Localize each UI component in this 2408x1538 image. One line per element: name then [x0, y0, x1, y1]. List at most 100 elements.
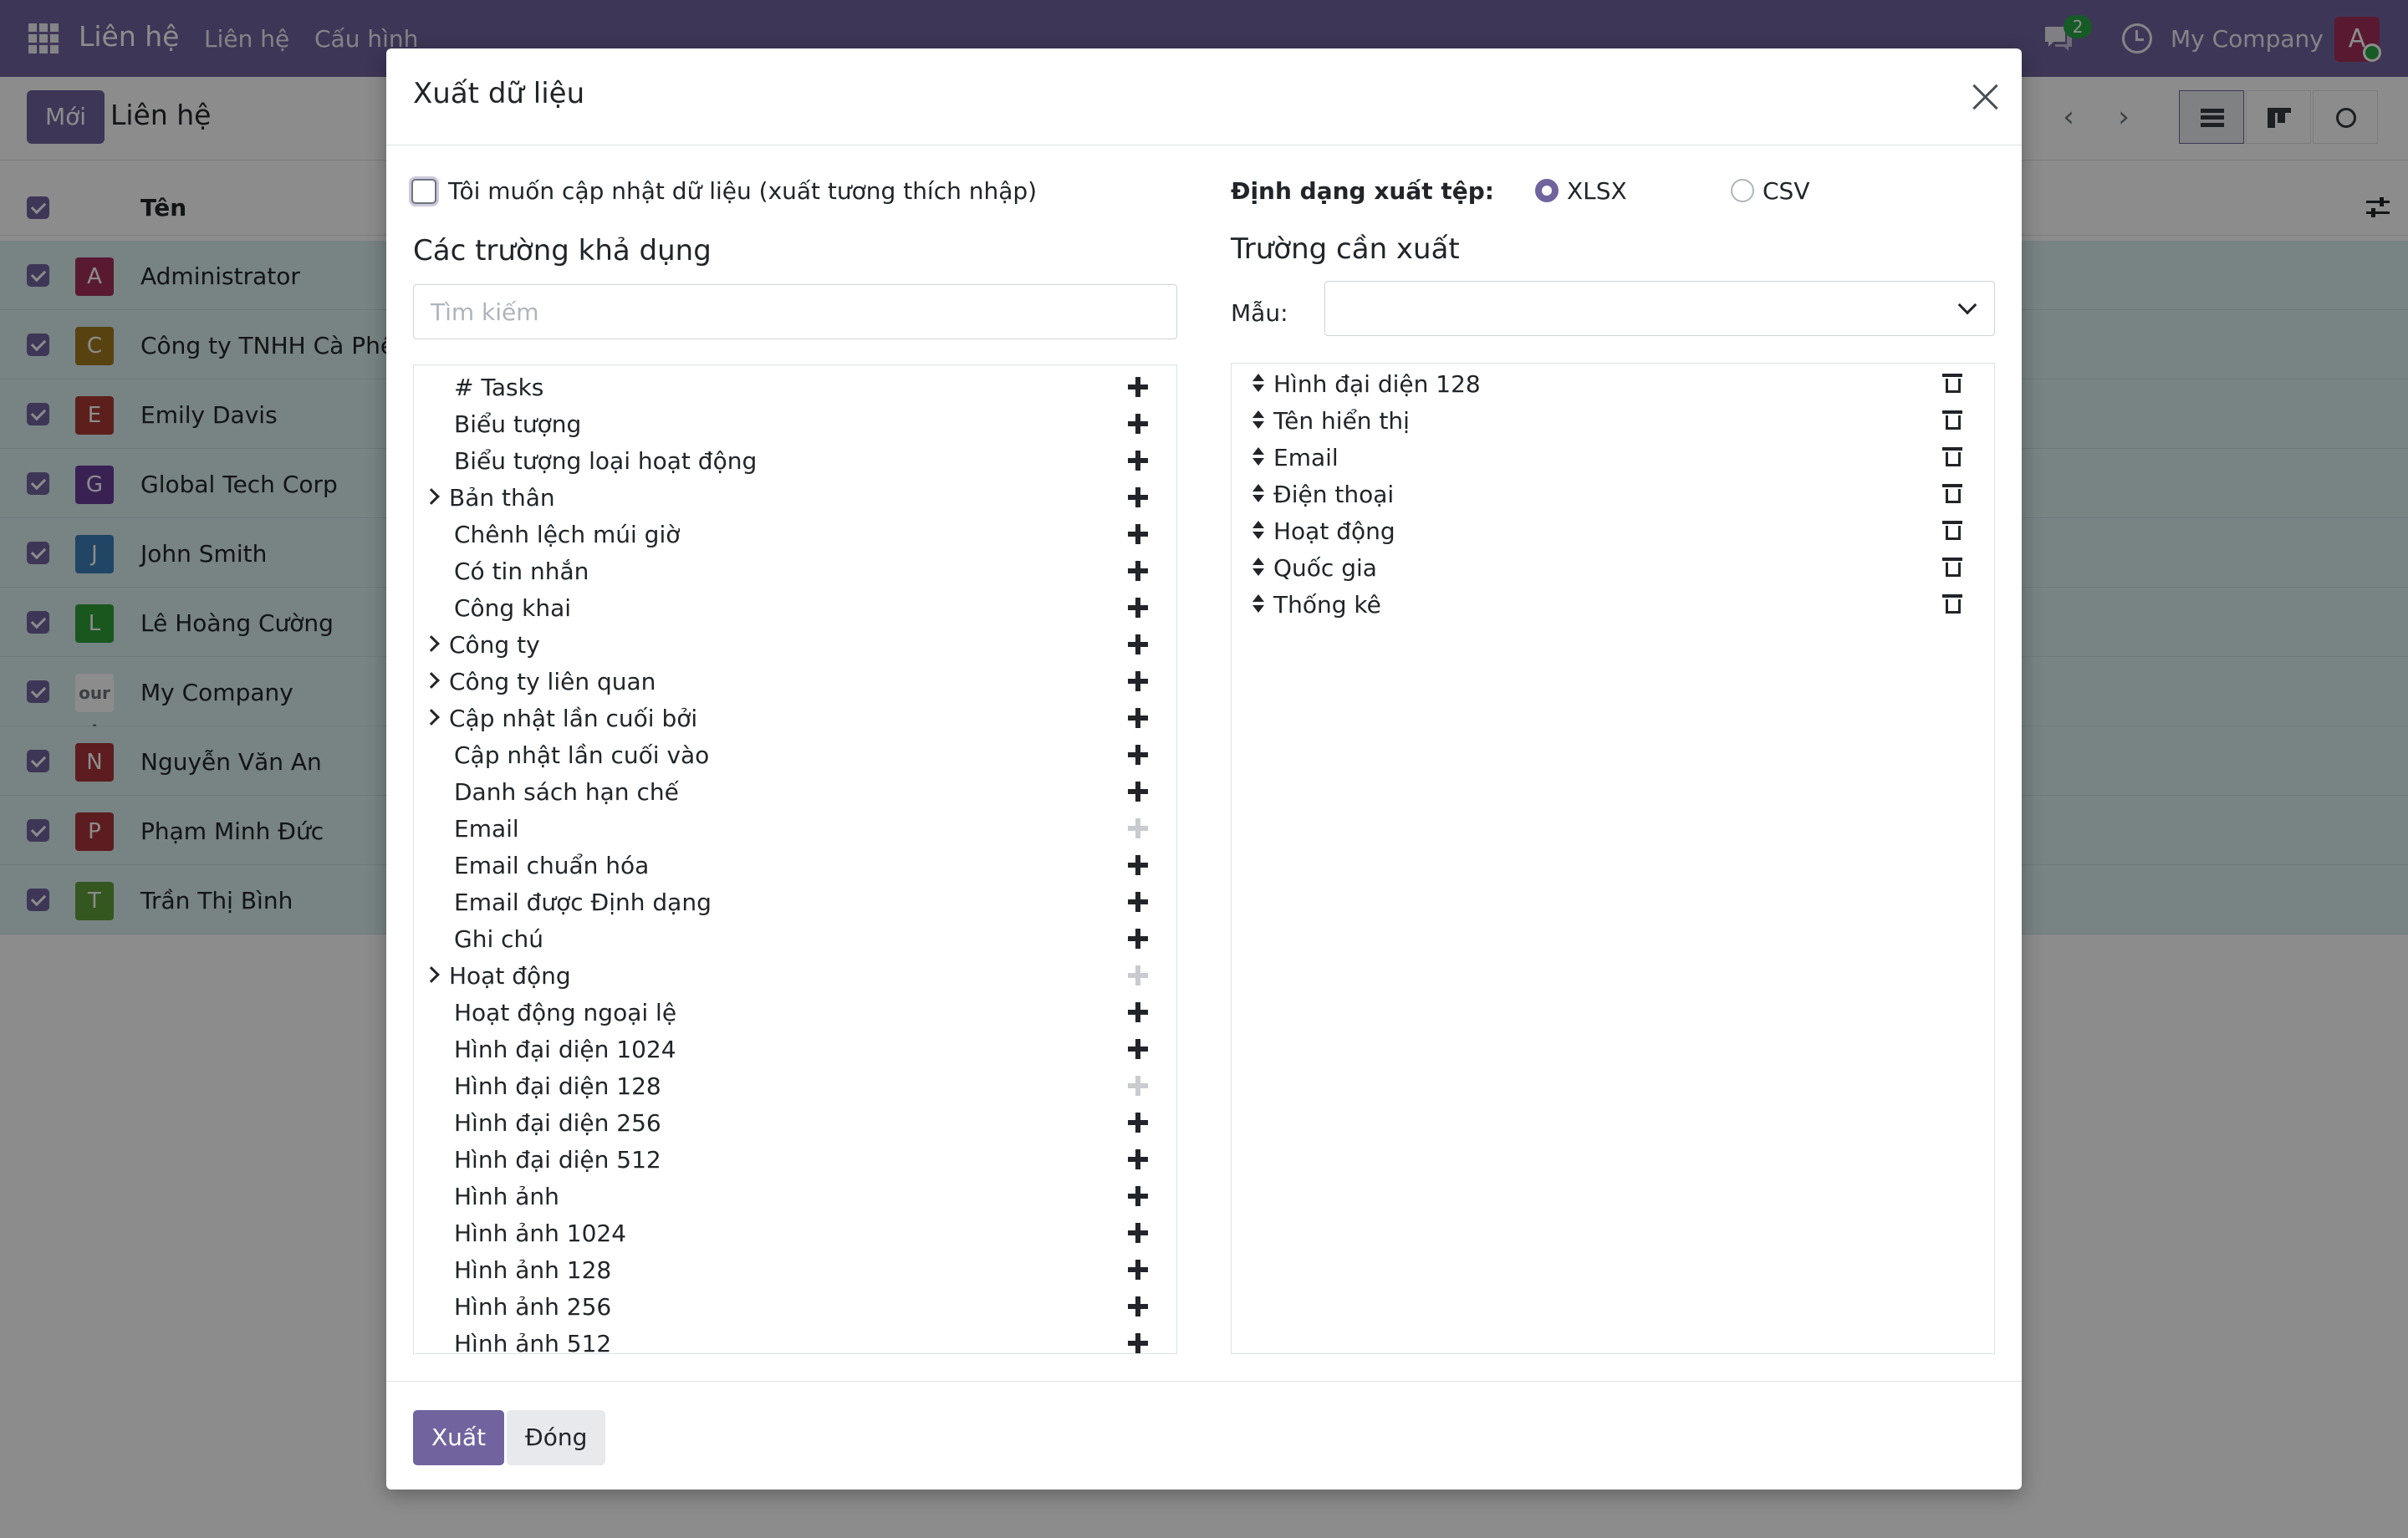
list-item[interactable]: Hình ảnh 256	[414, 1288, 1176, 1325]
trash-icon[interactable]	[1942, 374, 1962, 394]
plus-icon[interactable]	[1128, 1186, 1148, 1206]
plus-icon[interactable]	[1128, 1039, 1148, 1059]
drag-sort-icon[interactable]	[1252, 594, 1265, 614]
list-item[interactable]: Công ty	[414, 626, 1176, 663]
trash-icon[interactable]	[1942, 447, 1962, 467]
chevron-right-icon[interactable]	[423, 635, 440, 652]
plus-icon[interactable]	[1128, 598, 1148, 618]
plus-icon[interactable]	[1128, 1149, 1148, 1169]
list-item[interactable]: Hình ảnh	[414, 1178, 1176, 1215]
list-item[interactable]: Email	[414, 810, 1176, 847]
template-select[interactable]	[1324, 281, 1995, 336]
list-item[interactable]: Email	[1232, 439, 1994, 476]
trash-icon[interactable]	[1942, 410, 1962, 430]
field-label: Email chuẩn hóa	[454, 852, 650, 879]
drag-sort-icon[interactable]	[1252, 521, 1265, 541]
list-item[interactable]: Email chuẩn hóa	[414, 847, 1176, 884]
trash-icon[interactable]	[1942, 521, 1962, 541]
trash-icon[interactable]	[1942, 594, 1962, 614]
plus-icon[interactable]	[1128, 1296, 1148, 1316]
list-item[interactable]: Hình ảnh 1024	[414, 1215, 1176, 1251]
close-button[interactable]: Đóng	[507, 1410, 606, 1465]
list-item[interactable]: Chênh lệch múi giờ	[414, 516, 1176, 553]
drag-sort-icon[interactable]	[1252, 484, 1265, 504]
list-item[interactable]: Hình ảnh 128	[414, 1251, 1176, 1288]
export-fields-list[interactable]: Hình đại diện 128 Tên hiển thị Email Điện t…	[1231, 363, 1995, 1354]
plus-icon	[1128, 965, 1148, 985]
list-item[interactable]: Biểu tượng	[414, 405, 1176, 442]
list-item[interactable]: Công ty liên quan	[414, 663, 1176, 700]
close-icon[interactable]	[1970, 82, 2000, 112]
list-item[interactable]: Cập nhật lần cuối bởi	[414, 700, 1176, 736]
plus-icon[interactable]	[1128, 634, 1148, 654]
plus-icon[interactable]	[1128, 745, 1148, 765]
chevron-right-icon[interactable]	[423, 488, 440, 505]
plus-icon[interactable]	[1128, 855, 1148, 875]
list-item[interactable]: Bản thân	[414, 479, 1176, 516]
list-item[interactable]: Biểu tượng loại hoạt động	[414, 442, 1176, 479]
chevron-right-icon[interactable]	[423, 966, 440, 983]
field-label: Hình ảnh 512	[454, 1330, 612, 1354]
plus-icon[interactable]	[1128, 487, 1148, 507]
list-item[interactable]: Hoạt động ngoại lệ	[414, 994, 1176, 1031]
list-item[interactable]: Cập nhật lần cuối vào	[414, 736, 1176, 773]
plus-icon[interactable]	[1128, 561, 1148, 581]
plus-icon[interactable]	[1128, 451, 1148, 471]
format-xlsx-radio[interactable]	[1535, 179, 1559, 202]
list-item[interactable]: Hình đại diện 128	[1232, 365, 1994, 402]
drag-sort-icon[interactable]	[1252, 374, 1265, 394]
available-fields-list[interactable]: # Tasks Biểu tượng Biểu tượng loại hoạt độ…	[413, 364, 1177, 1354]
field-label: Hình đại diện 128	[454, 1072, 661, 1100]
list-item[interactable]: Hoạt động	[1232, 512, 1994, 549]
plus-icon[interactable]	[1128, 1113, 1148, 1133]
format-csv-label[interactable]: CSV	[1763, 177, 1809, 205]
plus-icon[interactable]	[1128, 1333, 1148, 1353]
list-item[interactable]: Email được Định dạng	[414, 884, 1176, 920]
import-compat-checkbox[interactable]	[411, 178, 436, 204]
drag-sort-icon[interactable]	[1252, 558, 1265, 578]
list-item[interactable]: Hoạt động	[414, 957, 1176, 994]
field-label: Bản thân	[449, 484, 555, 512]
plus-icon[interactable]	[1128, 414, 1148, 434]
field-label: Ghi chú	[454, 925, 544, 953]
export-button[interactable]: Xuất	[413, 1410, 505, 1465]
chevron-right-icon[interactable]	[423, 672, 440, 689]
list-item[interactable]: Tên hiển thị	[1232, 402, 1994, 439]
field-label: Hình ảnh	[454, 1183, 559, 1210]
field-search-input[interactable]	[413, 284, 1177, 339]
list-item[interactable]: Công khai	[414, 589, 1176, 626]
plus-icon[interactable]	[1128, 782, 1148, 802]
trash-icon[interactable]	[1942, 558, 1962, 578]
plus-icon[interactable]	[1128, 377, 1148, 397]
drag-sort-icon[interactable]	[1252, 410, 1265, 430]
plus-icon[interactable]	[1128, 524, 1148, 544]
plus-icon[interactable]	[1128, 1223, 1148, 1243]
drag-sort-icon[interactable]	[1252, 447, 1265, 467]
export-field-label: Điện thoại	[1273, 481, 1395, 508]
list-item[interactable]: Hình đại diện 128	[414, 1067, 1176, 1104]
import-compat-option[interactable]: Tôi muốn cập nhật dữ liệu (xuất tương th…	[411, 177, 1037, 205]
plus-icon[interactable]	[1128, 1002, 1148, 1022]
plus-icon[interactable]	[1128, 892, 1148, 912]
list-item[interactable]: Thống kê	[1232, 586, 1994, 623]
field-label: Cập nhật lần cuối bởi	[449, 705, 698, 732]
format-xlsx-label[interactable]: XLSX	[1567, 177, 1627, 205]
format-csv-radio[interactable]	[1731, 179, 1754, 202]
plus-icon[interactable]	[1128, 1260, 1148, 1280]
plus-icon[interactable]	[1128, 929, 1148, 949]
list-item[interactable]: Hình đại diện 1024	[414, 1031, 1176, 1067]
chevron-right-icon[interactable]	[423, 709, 440, 726]
list-item[interactable]: Điện thoại	[1232, 476, 1994, 512]
list-item[interactable]: Hình đại diện 512	[414, 1141, 1176, 1178]
list-item[interactable]: Danh sách hạn chế	[414, 773, 1176, 810]
plus-icon[interactable]	[1128, 708, 1148, 728]
list-item[interactable]: Hình ảnh 512	[414, 1325, 1176, 1354]
trash-icon[interactable]	[1942, 484, 1962, 504]
list-item[interactable]: Ghi chú	[414, 920, 1176, 957]
list-item[interactable]: Hình đại diện 256	[414, 1104, 1176, 1141]
list-item[interactable]: Quốc gia	[1232, 549, 1994, 586]
plus-icon[interactable]	[1128, 671, 1148, 691]
field-label: Email được Định dạng	[454, 889, 712, 916]
list-item[interactable]: Có tin nhắn	[414, 553, 1176, 589]
list-item[interactable]: # Tasks	[414, 369, 1176, 405]
